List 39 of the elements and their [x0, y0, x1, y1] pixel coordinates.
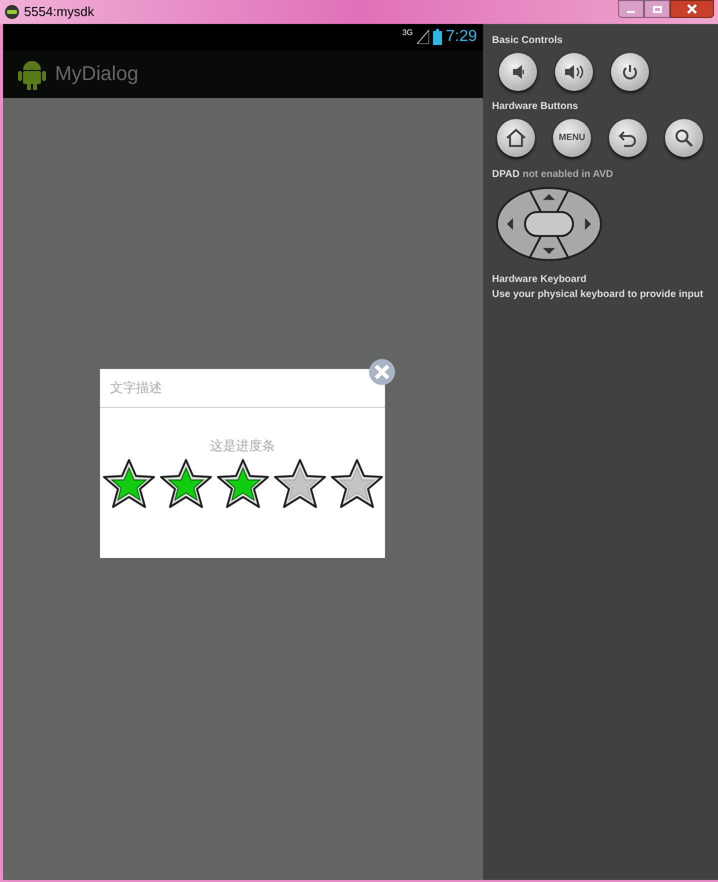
filled-star-icon[interactable] [216, 458, 270, 510]
volume-down-button[interactable] [499, 53, 537, 91]
empty-star-icon[interactable] [272, 458, 326, 510]
app-icon [4, 4, 20, 20]
close-button[interactable] [670, 0, 714, 18]
window-title: 5554:mysdk [24, 3, 94, 22]
rating-bar[interactable] [100, 458, 385, 510]
section-title: Hardware Buttons [492, 100, 580, 114]
filled-star-icon[interactable] [158, 458, 212, 510]
section-title: Basic Controls [492, 34, 564, 48]
network-label: 3G [402, 27, 413, 39]
android-robot-icon [17, 58, 47, 90]
speaker-icon [512, 64, 524, 80]
app-title: MyDialog [55, 62, 138, 87]
empty-star-icon[interactable] [330, 458, 384, 510]
speaker-loud-icon [563, 64, 585, 80]
power-button[interactable] [611, 53, 649, 91]
keyboard-note: Use your physical keyboard to provide input [492, 288, 704, 302]
back-button[interactable] [609, 119, 647, 157]
close-icon[interactable] [368, 358, 396, 386]
home-button[interactable] [497, 119, 535, 157]
clock: 7:29 [446, 27, 477, 47]
signal-icon [416, 30, 429, 44]
maximize-button[interactable] [644, 0, 670, 18]
filled-star-icon[interactable] [102, 458, 156, 510]
section-title: Hardware Keyboard [492, 273, 588, 287]
search-button[interactable] [665, 119, 703, 157]
search-icon [674, 128, 694, 148]
home-icon [505, 128, 527, 148]
volume-up-button[interactable] [555, 53, 593, 91]
close-icon [687, 4, 697, 14]
back-icon [618, 129, 638, 147]
battery-icon [432, 29, 442, 45]
menu-button[interactable]: MENU [553, 119, 591, 157]
section-title: DPAD [492, 168, 520, 182]
dialog-message: 这是进度条 [209, 437, 276, 455]
minimize-button[interactable] [618, 0, 644, 18]
power-icon [621, 63, 639, 81]
dpad-note: not enabled in AVD [522, 168, 614, 182]
